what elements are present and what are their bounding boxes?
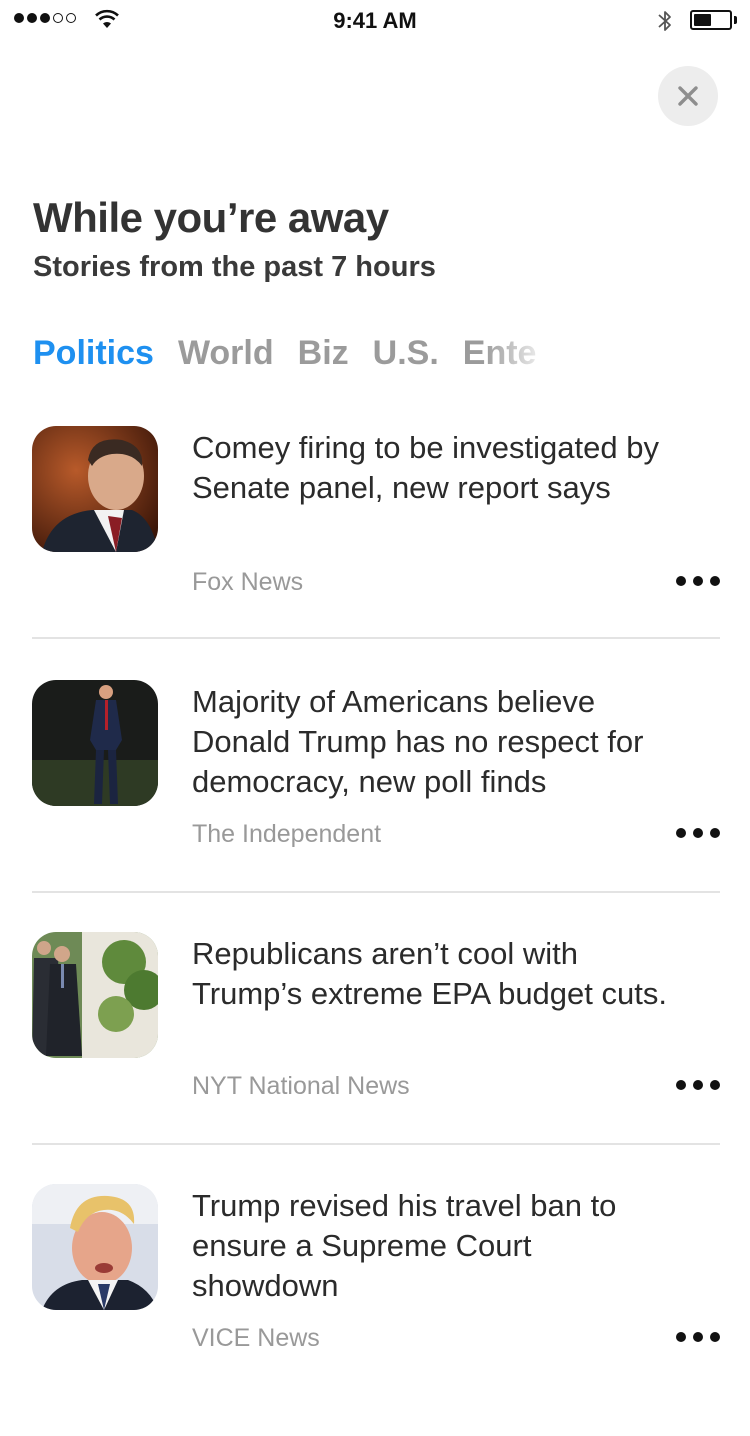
story-thumbnail	[32, 680, 158, 806]
story-item[interactable]: Republicans aren’t cool with Trump’s ext…	[32, 932, 720, 1184]
page-subtitle: Stories from the past 7 hours	[33, 251, 436, 283]
battery-tip	[734, 16, 737, 24]
more-options-button[interactable]	[676, 1080, 720, 1090]
battery-level	[694, 14, 711, 26]
story-headline[interactable]: Majority of Americans believe Donald Tru…	[192, 682, 672, 802]
tab-biz[interactable]: Biz	[298, 334, 349, 373]
more-options-button[interactable]	[676, 576, 720, 586]
status-time: 9:41 AM	[333, 8, 417, 33]
story-source: Fox News	[192, 568, 304, 596]
close-button[interactable]	[658, 66, 718, 126]
category-tabs: Politics World Biz U.S. Ente	[33, 334, 563, 380]
divider	[32, 891, 720, 893]
story-headline[interactable]: Republicans aren’t cool with Trump’s ext…	[192, 934, 672, 1014]
story-headline[interactable]: Comey firing to be investigated by Senat…	[192, 428, 672, 508]
story-source: NYT National News	[192, 1072, 410, 1100]
tab-entertainment[interactable]: Ente	[463, 334, 537, 373]
battery-icon	[690, 10, 732, 30]
story-headline[interactable]: Trump revised his travel ban to ensure a…	[192, 1186, 672, 1306]
close-icon	[678, 86, 698, 106]
more-options-button[interactable]	[676, 828, 720, 838]
story-thumbnail	[32, 1184, 158, 1310]
page-title: While you’re away	[33, 194, 389, 241]
story-source: VICE News	[192, 1324, 320, 1352]
story-item[interactable]: Majority of Americans believe Donald Tru…	[32, 680, 720, 932]
story-thumbnail	[32, 932, 158, 1058]
status-bar: 9:41 AM	[0, 0, 750, 40]
bluetooth-icon	[658, 11, 671, 31]
story-source: The Independent	[192, 820, 382, 848]
divider	[32, 1143, 720, 1145]
tab-world[interactable]: World	[178, 334, 274, 373]
story-thumbnail	[32, 426, 158, 552]
tab-politics[interactable]: Politics	[33, 334, 154, 373]
tab-us[interactable]: U.S.	[373, 334, 439, 373]
story-item[interactable]: Comey firing to be investigated by Senat…	[32, 426, 720, 678]
divider	[32, 637, 720, 639]
story-item[interactable]: Trump revised his travel ban to ensure a…	[32, 1184, 720, 1436]
